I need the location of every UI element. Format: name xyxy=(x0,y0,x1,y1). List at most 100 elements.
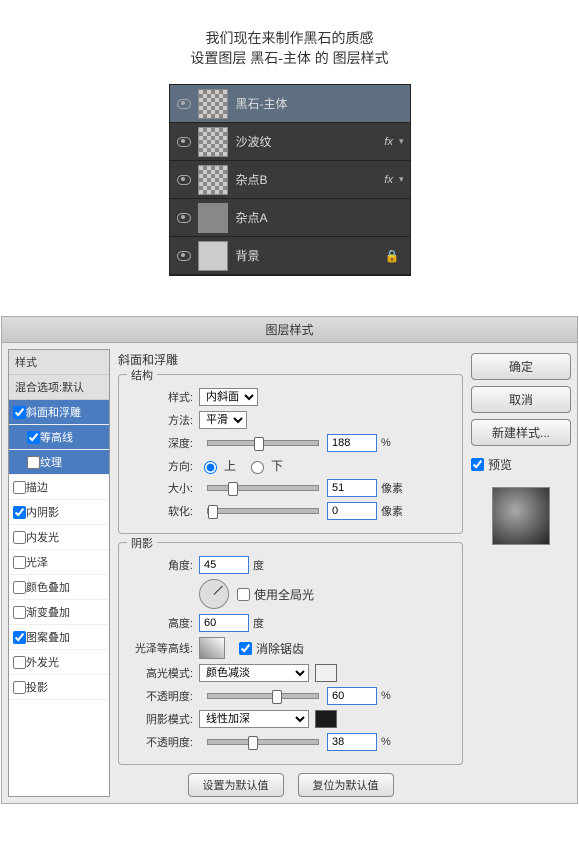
visibility-toggle[interactable] xyxy=(170,137,198,147)
dialog-title: 图层样式 xyxy=(2,317,577,343)
shadow-mode-label: 阴影模式: xyxy=(129,711,193,727)
styles-header[interactable]: 样式 xyxy=(9,350,109,375)
visibility-toggle[interactable] xyxy=(170,213,198,223)
size-input[interactable] xyxy=(327,479,377,497)
effect-label: 纹理 xyxy=(40,454,62,470)
style-select[interactable]: 内斜面 xyxy=(199,388,258,406)
highlight-color-swatch[interactable] xyxy=(315,664,337,682)
global-light-label: 使用全局光 xyxy=(254,586,314,603)
effect-label: 颜色叠加 xyxy=(26,579,70,595)
global-light-checkbox[interactable] xyxy=(237,588,250,601)
highlight-mode-label: 高光模式: xyxy=(129,665,193,681)
shadow-opacity-unit: % xyxy=(381,736,391,748)
visibility-toggle[interactable] xyxy=(170,251,198,261)
altitude-input[interactable] xyxy=(199,614,249,632)
structure-group: 结构 样式: 内斜面 方法: 平滑 深度: % 方向: 上 xyxy=(118,374,463,534)
effect-item[interactable]: 图案叠加 xyxy=(9,625,109,650)
effect-item[interactable]: 内阴影 xyxy=(9,500,109,525)
visibility-toggle[interactable] xyxy=(170,99,198,109)
effect-label: 描边 xyxy=(26,479,48,495)
effect-item[interactable]: 纹理 xyxy=(9,450,109,475)
effect-checkbox[interactable] xyxy=(13,656,26,669)
eye-icon xyxy=(177,251,191,261)
chevron-down-icon[interactable]: ▾ xyxy=(399,136,404,147)
effect-item[interactable]: 描边 xyxy=(9,475,109,500)
preview-swatch xyxy=(492,487,550,545)
angle-label: 角度: xyxy=(129,557,193,573)
direction-down-label: 下 xyxy=(271,457,283,474)
effect-label: 光泽 xyxy=(26,554,48,570)
depth-unit: % xyxy=(381,437,391,449)
layers-panel: 黑石-主体沙波纹fx▾杂点Bfx▾ 杂点A 背景🔒 xyxy=(169,84,411,276)
cancel-button[interactable]: 取消 xyxy=(471,386,571,413)
effect-checkbox[interactable] xyxy=(13,481,26,494)
soften-label: 软化: xyxy=(129,503,193,519)
effect-checkbox[interactable] xyxy=(13,556,26,569)
layer-style-dialog: 图层样式 样式 混合选项:默认 斜面和浮雕等高线纹理描边内阴影内发光光泽颜色叠加… xyxy=(1,316,578,804)
angle-input[interactable] xyxy=(199,556,249,574)
effect-item[interactable]: 内发光 xyxy=(9,525,109,550)
depth-slider[interactable] xyxy=(207,440,319,446)
layer-name: 沙波纹 xyxy=(236,133,385,150)
ok-button[interactable]: 确定 xyxy=(471,353,571,380)
layer-row[interactable]: 背景🔒 xyxy=(170,237,410,275)
effect-checkbox[interactable] xyxy=(13,581,26,594)
effect-checkbox[interactable] xyxy=(13,506,26,519)
effect-checkbox[interactable] xyxy=(27,456,40,469)
effect-item[interactable]: 渐变叠加 xyxy=(9,600,109,625)
antialias-label: 消除锯齿 xyxy=(256,640,304,657)
effect-item[interactable]: 光泽 xyxy=(9,550,109,575)
visibility-toggle[interactable] xyxy=(170,175,198,185)
shadow-opacity-slider[interactable] xyxy=(207,739,319,745)
layer-name: 杂点A xyxy=(236,209,410,226)
new-style-button[interactable]: 新建样式... xyxy=(471,419,571,446)
highlight-opacity-slider[interactable] xyxy=(207,693,319,699)
effect-item[interactable]: 外发光 xyxy=(9,650,109,675)
highlight-mode-select[interactable]: 颜色减淡 xyxy=(199,664,309,682)
effect-item[interactable]: 投影 xyxy=(9,675,109,700)
soften-slider[interactable] xyxy=(207,508,319,514)
reset-default-button[interactable]: 复位为默认值 xyxy=(298,773,394,797)
soften-input[interactable] xyxy=(327,502,377,520)
technique-label: 方法: xyxy=(129,412,193,428)
shadow-mode-select[interactable]: 线性加深 xyxy=(199,710,309,728)
antialias-checkbox[interactable] xyxy=(239,642,252,655)
shadow-color-swatch[interactable] xyxy=(315,710,337,728)
eye-icon xyxy=(177,175,191,185)
effect-item[interactable]: 等高线 xyxy=(9,425,109,450)
effect-item[interactable]: 斜面和浮雕 xyxy=(9,400,109,425)
preview-checkbox[interactable] xyxy=(471,458,484,471)
size-label: 大小: xyxy=(129,480,193,496)
effect-checkbox[interactable] xyxy=(13,606,26,619)
set-default-button[interactable]: 设置为默认值 xyxy=(188,773,284,797)
layer-row[interactable]: 黑石-主体 xyxy=(170,85,410,123)
shadow-opacity-input[interactable] xyxy=(327,733,377,751)
blend-options[interactable]: 混合选项:默认 xyxy=(9,375,109,400)
effect-item[interactable]: 颜色叠加 xyxy=(9,575,109,600)
layer-row[interactable]: 杂点Bfx▾ xyxy=(170,161,410,199)
effect-checkbox[interactable] xyxy=(13,406,26,419)
layer-name: 背景 xyxy=(236,247,385,264)
direction-down-radio[interactable] xyxy=(251,461,264,474)
angle-wheel[interactable] xyxy=(199,579,229,609)
intro-line2: 设置图层 黑石-主体 的 图层样式 xyxy=(0,48,579,68)
layer-row[interactable]: 杂点A xyxy=(170,199,410,237)
effect-label: 内阴影 xyxy=(26,504,59,520)
effect-checkbox[interactable] xyxy=(27,431,40,444)
chevron-down-icon[interactable]: ▾ xyxy=(399,174,404,185)
technique-select[interactable]: 平滑 xyxy=(199,411,247,429)
size-slider[interactable] xyxy=(207,485,319,491)
depth-input[interactable] xyxy=(327,434,377,452)
effect-label: 投影 xyxy=(26,679,48,695)
effect-checkbox[interactable] xyxy=(13,681,26,694)
direction-up-radio[interactable] xyxy=(204,461,217,474)
shading-group: 阴影 角度: 度 使用全局光 xyxy=(118,542,463,765)
direction-label: 方向: xyxy=(129,458,193,474)
highlight-opacity-input[interactable] xyxy=(327,687,377,705)
effect-checkbox[interactable] xyxy=(13,531,26,544)
gloss-contour[interactable] xyxy=(199,637,225,659)
effect-checkbox[interactable] xyxy=(13,631,26,644)
section-title: 斜面和浮雕 xyxy=(118,351,463,368)
layer-row[interactable]: 沙波纹fx▾ xyxy=(170,123,410,161)
effect-label: 内发光 xyxy=(26,529,59,545)
